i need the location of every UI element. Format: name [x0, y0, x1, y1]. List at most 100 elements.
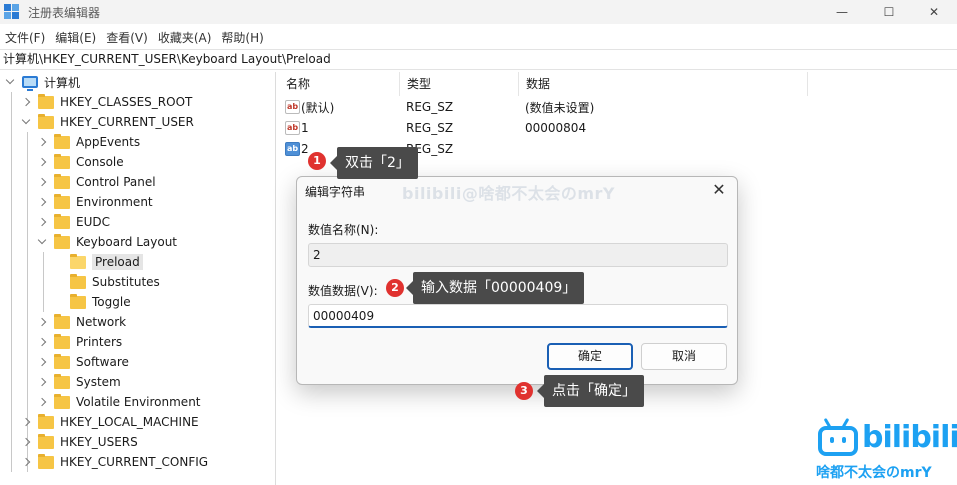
tree-item-system[interactable]: System	[36, 372, 121, 392]
value-data-input[interactable]: 00000409	[308, 304, 728, 328]
tree-item-network[interactable]: Network	[36, 312, 126, 332]
tree-item-computer[interactable]: 计算机	[4, 72, 80, 92]
column-header-type[interactable]: 类型	[400, 72, 519, 96]
watermark-text: bilibili@啥都不太会のmrY	[402, 184, 615, 203]
cancel-button[interactable]: 取消	[641, 343, 727, 370]
ok-button[interactable]: 确定	[547, 343, 633, 370]
column-header-name[interactable]: 名称	[279, 72, 400, 96]
folder-icon	[54, 353, 70, 369]
chevron-right-icon[interactable]	[20, 416, 32, 428]
string-value-icon: ab	[285, 142, 300, 156]
bilibili-logo: bilibili 啥都不太会のmrY	[814, 417, 957, 482]
folder-icon	[70, 273, 86, 289]
folder-icon	[54, 153, 70, 169]
menu-edit[interactable]: 编辑(E)	[50, 29, 101, 46]
tree-item-appevents[interactable]: AppEvents	[36, 132, 140, 152]
folder-icon	[54, 373, 70, 389]
folder-icon	[54, 313, 70, 329]
step-callout: 点击「确定」	[537, 375, 644, 407]
chevron-right-icon[interactable]	[36, 196, 48, 208]
chevron-right-icon[interactable]	[36, 336, 48, 348]
regedit-app-icon	[4, 4, 20, 20]
folder-icon	[54, 193, 70, 209]
tree-guide-line	[11, 92, 12, 472]
computer-icon	[22, 76, 38, 91]
tree-item-environment[interactable]: Environment	[36, 192, 153, 212]
menu-favorites[interactable]: 收藏夹(A)	[153, 29, 217, 46]
title-bar: 注册表编辑器 — ☐ ✕	[0, 0, 957, 24]
step-callout: 双击「2」	[330, 147, 418, 179]
chevron-down-icon[interactable]	[20, 116, 32, 128]
chevron-right-icon[interactable]	[36, 316, 48, 328]
folder-icon	[54, 333, 70, 349]
window-title: 注册表编辑器	[28, 5, 101, 20]
chevron-right-icon[interactable]	[36, 356, 48, 368]
step-callout: 输入数据「00000409」	[405, 272, 585, 304]
folder-icon	[38, 113, 54, 129]
address-bar[interactable]: 计算机\HKEY_CURRENT_USER\Keyboard Layout\Pr…	[0, 49, 957, 70]
chevron-right-icon[interactable]	[36, 136, 48, 148]
tree-item-hkcr[interactable]: HKEY_CLASSES_ROOT	[20, 92, 192, 112]
chevron-right-icon[interactable]	[20, 456, 32, 468]
folder-icon	[54, 393, 70, 409]
tree-item-control-panel[interactable]: Control Panel	[36, 172, 156, 192]
value-data-label: 数值数据(V):	[308, 284, 378, 298]
close-icon[interactable]: ✕	[709, 180, 729, 200]
step-badge: 1	[308, 152, 326, 170]
tree-item-substitutes[interactable]: Substitutes	[52, 272, 160, 292]
string-value-icon: ab	[285, 100, 300, 114]
key-tree: 计算机 HKEY_CLASSES_ROOT HKEY_CURRENT_USER …	[0, 72, 276, 485]
folder-icon	[38, 93, 54, 109]
tree-item-hkcu[interactable]: HKEY_CURRENT_USER	[20, 112, 194, 132]
chevron-right-icon[interactable]	[20, 436, 32, 448]
folder-icon	[54, 133, 70, 149]
tv-icon	[818, 426, 858, 456]
tree-item-printers[interactable]: Printers	[36, 332, 122, 352]
folder-icon	[38, 413, 54, 429]
minimize-button[interactable]: —	[819, 0, 865, 24]
folder-icon	[70, 293, 86, 309]
close-window-button[interactable]: ✕	[911, 0, 957, 24]
menu-bar: 文件(F) 编辑(E) 查看(V) 收藏夹(A) 帮助(H)	[0, 26, 269, 48]
value-row[interactable]: ab 1 REG_SZ 00000804	[279, 118, 957, 138]
tree-item-hku[interactable]: HKEY_USERS	[20, 432, 138, 452]
chevron-right-icon[interactable]	[36, 396, 48, 408]
tree-item-keyboard-layout[interactable]: Keyboard Layout	[36, 232, 177, 252]
column-header-data[interactable]: 数据	[519, 72, 808, 96]
chevron-down-icon[interactable]	[4, 76, 16, 88]
step-badge: 2	[386, 279, 404, 297]
tree-item-volatile-environment[interactable]: Volatile Environment	[36, 392, 201, 412]
value-row[interactable]: ab (默认) REG_SZ (数值未设置)	[279, 97, 957, 117]
tree-item-eudc[interactable]: EUDC	[36, 212, 110, 232]
menu-file[interactable]: 文件(F)	[0, 29, 50, 46]
logo-wordmark: bilibili	[862, 420, 957, 455]
tree-item-preload[interactable]: Preload	[52, 252, 143, 272]
folder-icon	[54, 233, 70, 249]
chevron-right-icon[interactable]	[36, 156, 48, 168]
chevron-right-icon[interactable]	[20, 96, 32, 108]
chevron-right-icon[interactable]	[36, 176, 48, 188]
tree-item-hklm[interactable]: HKEY_LOCAL_MACHINE	[20, 412, 199, 432]
value-name-label: 数值名称(N):	[308, 223, 379, 237]
dialog-title: 编辑字符串	[305, 185, 366, 199]
step-badge: 3	[515, 382, 533, 400]
tree-item-software[interactable]: Software	[36, 352, 129, 372]
folder-icon	[38, 453, 54, 469]
chevron-right-icon[interactable]	[36, 376, 48, 388]
tree-item-hkcc[interactable]: HKEY_CURRENT_CONFIG	[20, 452, 208, 472]
folder-icon	[38, 433, 54, 449]
value-name-field: 2	[308, 243, 728, 267]
folder-icon	[54, 173, 70, 189]
tree-guide-line	[43, 252, 44, 312]
chevron-down-icon[interactable]	[36, 236, 48, 248]
tree-item-console[interactable]: Console	[36, 152, 124, 172]
tree-item-toggle[interactable]: Toggle	[52, 292, 131, 312]
chevron-right-icon[interactable]	[36, 216, 48, 228]
folder-icon	[54, 213, 70, 229]
logo-subtitle: 啥都不太会のmrY	[816, 465, 932, 481]
open-folder-icon	[70, 253, 86, 269]
menu-help[interactable]: 帮助(H)	[216, 29, 268, 46]
maximize-button[interactable]: ☐	[866, 0, 912, 24]
menu-view[interactable]: 查看(V)	[101, 29, 153, 46]
string-value-icon: ab	[285, 121, 300, 135]
